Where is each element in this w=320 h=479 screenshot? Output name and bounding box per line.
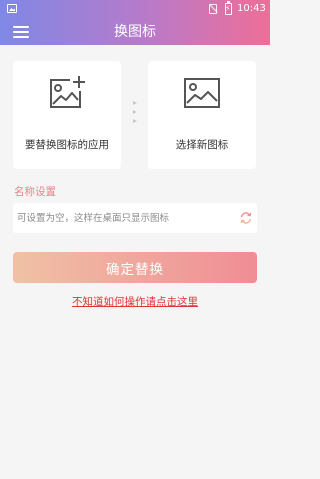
battery-charging-icon [225, 1, 232, 15]
image-icon [184, 78, 220, 108]
arrow-indicator [132, 101, 138, 129]
page-title: 换图标 [114, 24, 156, 40]
add-image-icon [50, 76, 85, 108]
help-link[interactable]: 不知道如何操作请点击这里 [0, 294, 270, 309]
select-source-app-card[interactable]: 要替换图标的应用 [13, 61, 121, 169]
name-field [13, 203, 257, 233]
status-time: 10:43 [237, 3, 266, 14]
refresh-icon[interactable] [239, 211, 253, 225]
name-settings-label: 名称设置 [14, 186, 56, 198]
status-bar: 10:43 [0, 0, 270, 18]
confirm-replace-button[interactable]: 确定替换 [13, 252, 257, 283]
select-new-icon-label: 选择新图标 [175, 139, 229, 151]
select-new-icon-card[interactable]: 选择新图标 [148, 61, 256, 169]
name-input[interactable] [13, 203, 223, 233]
no-sim-icon [209, 4, 217, 14]
select-source-app-label: 要替换图标的应用 [25, 139, 109, 151]
image-notification-icon [7, 4, 17, 13]
